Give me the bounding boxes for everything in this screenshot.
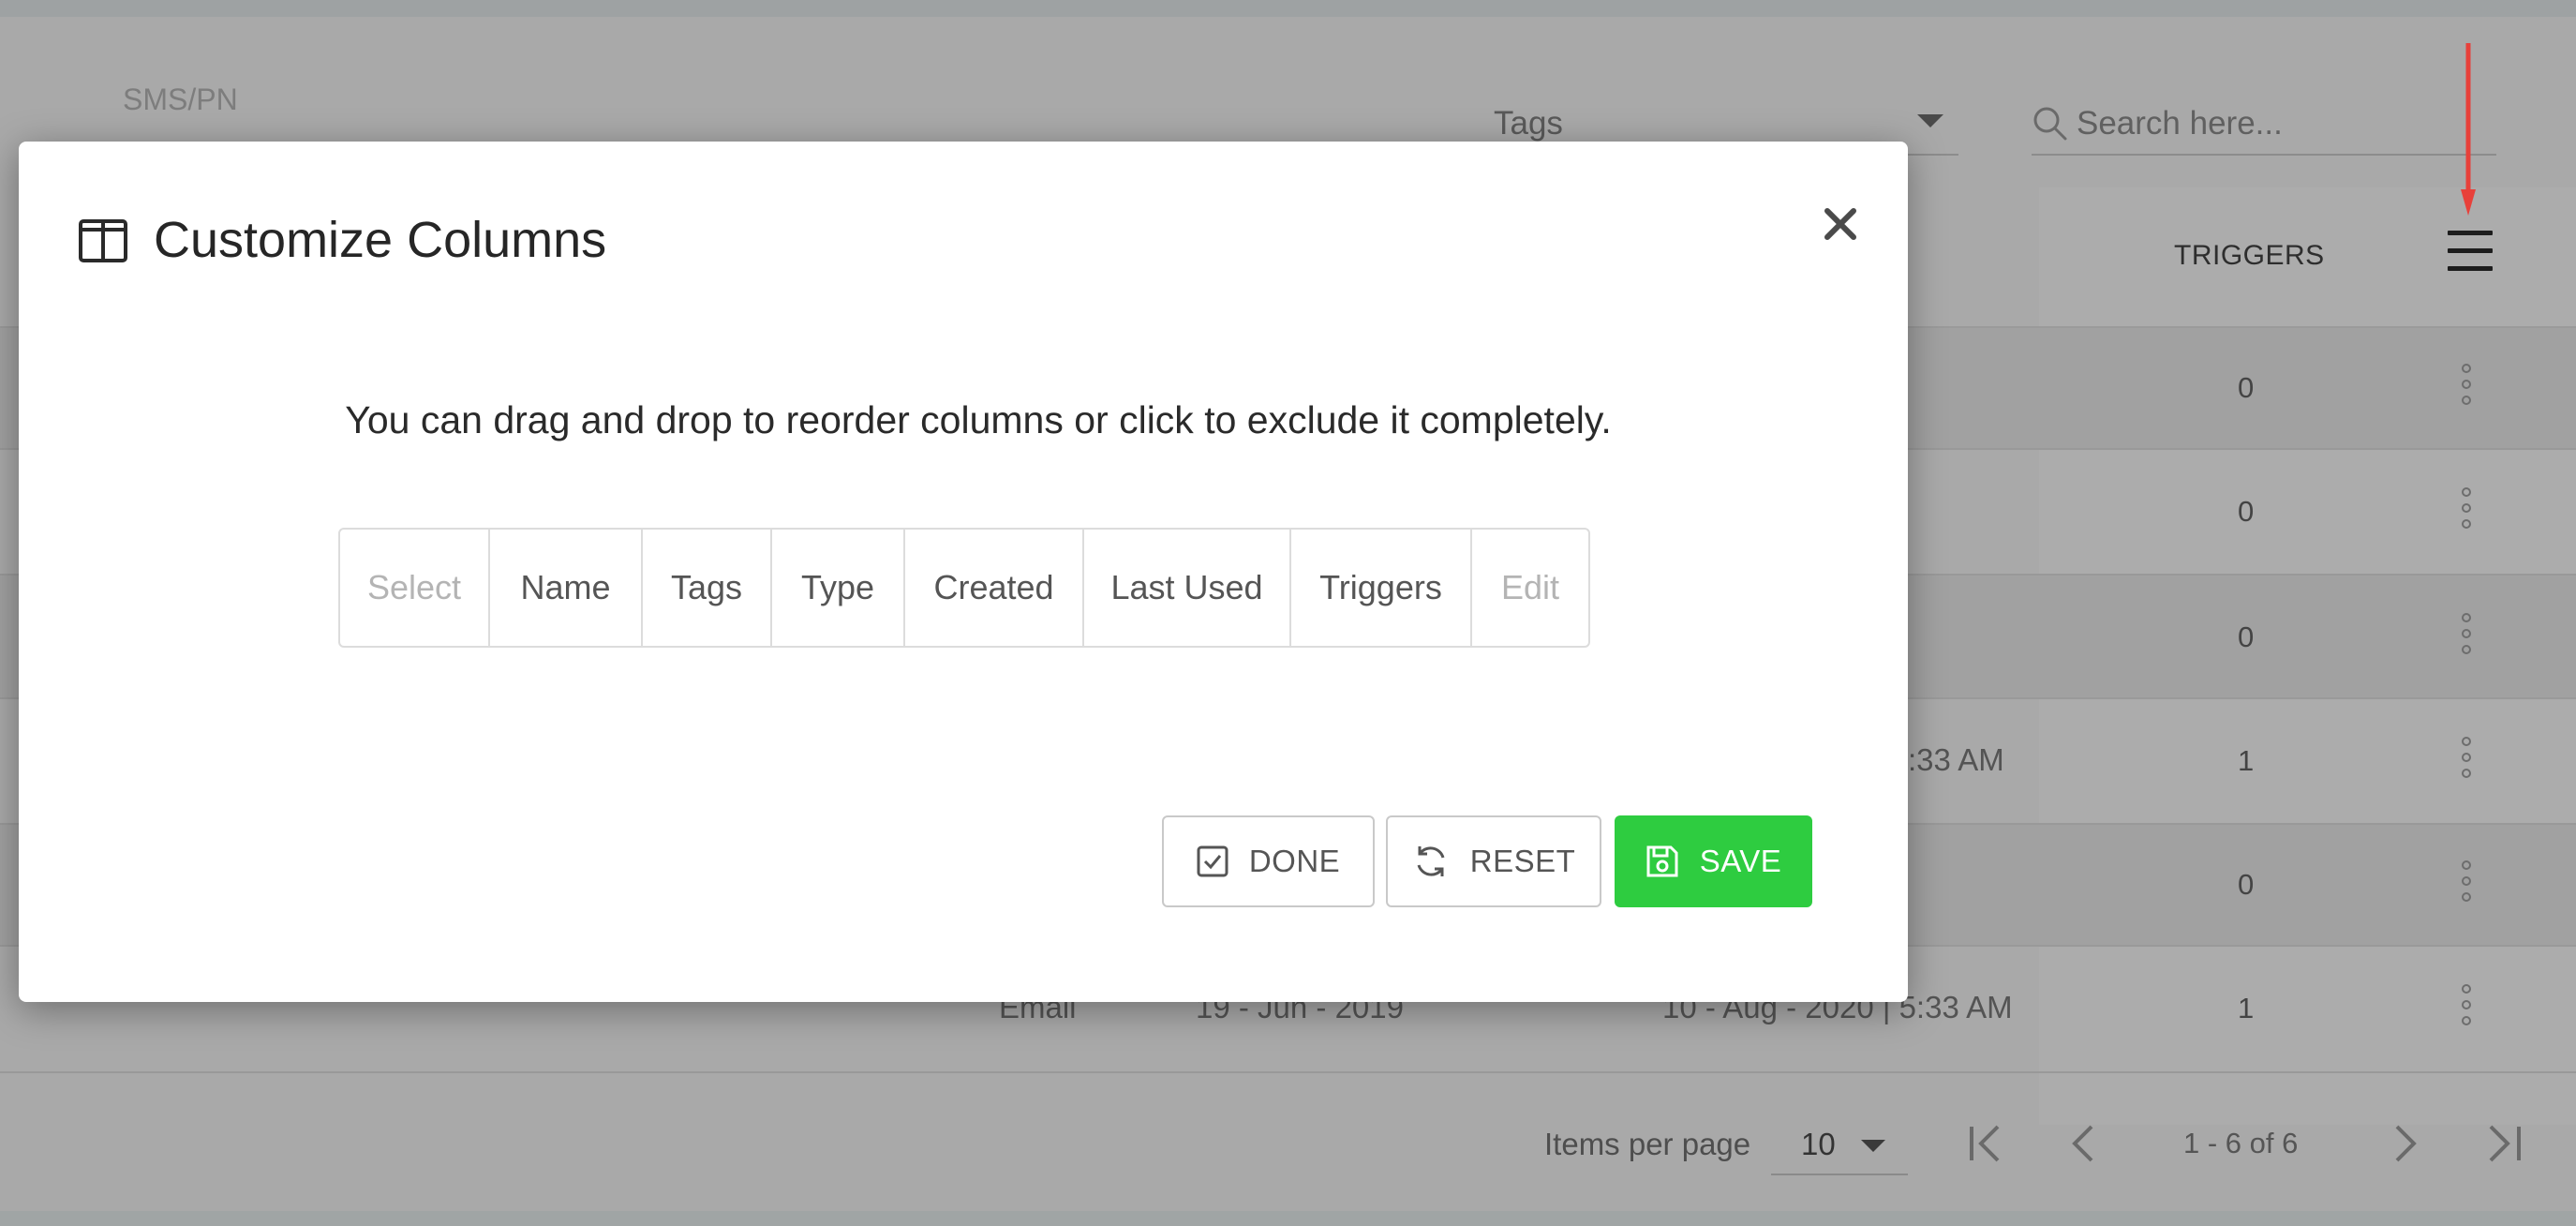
- triggers-cell: 0: [2238, 495, 2255, 528]
- tags-filter-label: Tags: [1494, 105, 1563, 142]
- triggers-cell: 0: [2238, 371, 2255, 404]
- column-order-list: Select Name Tags Type Created Last Used …: [338, 528, 1590, 648]
- previous-page-icon[interactable]: [2062, 1121, 2107, 1166]
- first-page-icon[interactable]: [1964, 1121, 2009, 1166]
- table-footer-divider: [0, 1071, 2576, 1073]
- column-chip-edit: Edit: [1500, 568, 1560, 606]
- save-button[interactable]: SAVE: [1615, 815, 1812, 907]
- row-actions-icon[interactable]: [2462, 613, 2473, 665]
- row-actions-icon[interactable]: [2462, 364, 2473, 416]
- checkbox-checked-icon: [1197, 845, 1228, 877]
- triggers-cell: 0: [2238, 868, 2255, 901]
- close-icon[interactable]: [1816, 200, 1865, 248]
- triggers-cell: 1: [2238, 992, 2255, 1024]
- triggers-cell: 1: [2238, 744, 2255, 777]
- search-icon: [2033, 107, 2067, 141]
- last-page-icon[interactable]: [2481, 1121, 2526, 1166]
- column-header-triggers[interactable]: TRIGGERS: [2174, 240, 2325, 272]
- triggers-cell: 0: [2238, 620, 2255, 653]
- next-page-icon[interactable]: [2382, 1121, 2427, 1166]
- page-bottom-strip: [0, 1211, 2576, 1226]
- annotation-arrow-icon: [2461, 43, 2476, 216]
- items-per-page-label: Items per page: [1544, 1127, 1751, 1161]
- columns-icon: [79, 219, 127, 262]
- refresh-icon: [1417, 846, 1445, 876]
- floppy-disk-icon: [1646, 845, 1678, 877]
- customize-columns-dialog: Customize Columns You can drag and drop …: [19, 142, 1908, 1002]
- caret-down-icon: [1861, 1140, 1885, 1152]
- column-chip-name[interactable]: Name: [490, 530, 643, 646]
- search-placeholder: Search here...: [2077, 105, 2283, 142]
- reset-button[interactable]: RESET: [1386, 815, 1601, 907]
- column-chip-last-used[interactable]: Last Used: [1084, 530, 1291, 646]
- row-actions-icon[interactable]: [2462, 737, 2473, 789]
- page-top-strip: [0, 0, 2576, 17]
- row-actions-icon[interactable]: [2462, 984, 2473, 1037]
- column-menu-icon[interactable]: [2448, 231, 2493, 272]
- done-button[interactable]: DONE: [1162, 815, 1375, 907]
- search-input[interactable]: Search here...: [2032, 99, 2496, 156]
- dialog-instructions: You can drag and drop to reorder columns…: [345, 398, 1612, 441]
- section-label: SMS/PN: [123, 82, 238, 116]
- items-per-page-value: 10: [1801, 1127, 1836, 1161]
- save-button-label: SAVE: [1699, 844, 1782, 878]
- done-button-label: DONE: [1248, 844, 1341, 878]
- items-per-page-select[interactable]: 10: [1771, 1121, 1908, 1175]
- column-chip-tags[interactable]: Tags: [643, 530, 772, 646]
- dialog-title: Customize Columns: [154, 212, 607, 268]
- column-chip-created[interactable]: Created: [905, 530, 1084, 646]
- reset-button-label: RESET: [1469, 844, 1576, 878]
- pagination-range: 1 - 6 of 6: [2183, 1127, 2299, 1159]
- column-chip-type[interactable]: Type: [772, 530, 905, 646]
- column-chip-triggers[interactable]: Triggers: [1291, 530, 1472, 646]
- last-used-cell: :33 AM: [1908, 742, 2004, 777]
- caret-down-icon: [1917, 114, 1943, 127]
- row-actions-icon[interactable]: [2462, 860, 2473, 913]
- column-chip-select: Select: [340, 530, 490, 646]
- row-actions-icon[interactable]: [2462, 487, 2473, 540]
